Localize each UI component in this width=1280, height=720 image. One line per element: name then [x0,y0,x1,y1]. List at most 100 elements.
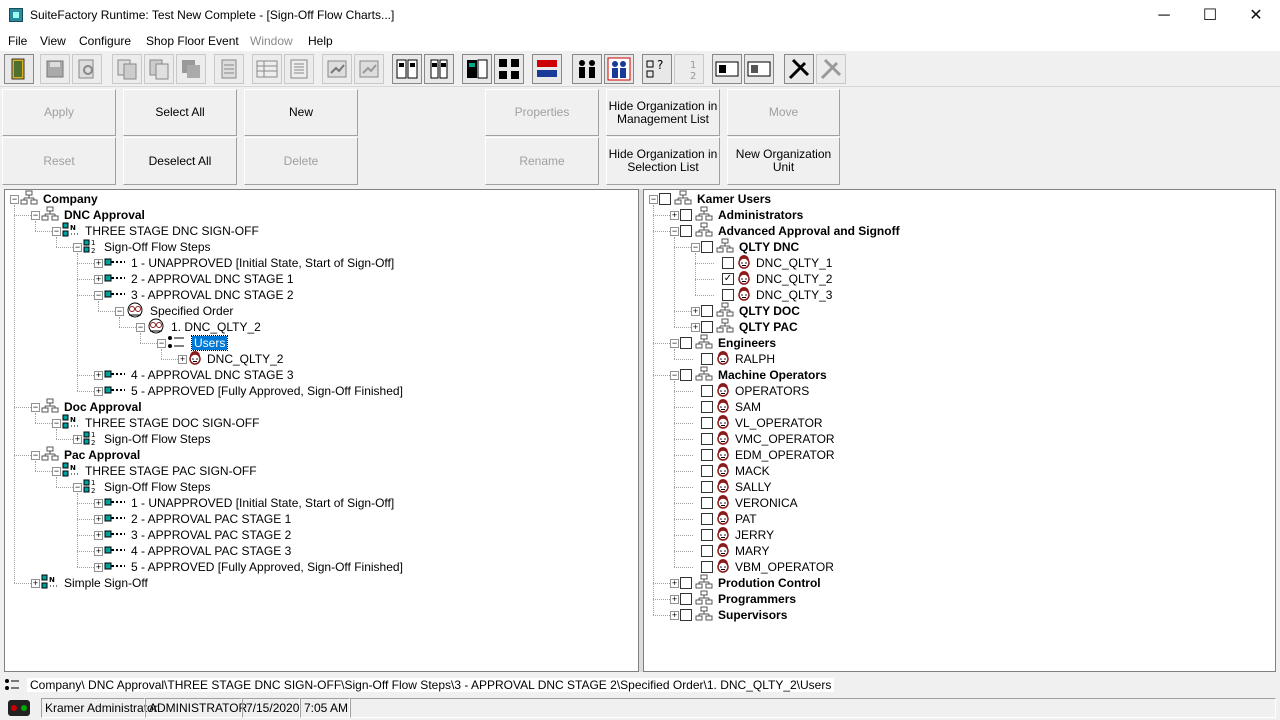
collapse-icon[interactable]: − [52,467,61,476]
collapse-icon[interactable]: − [31,211,40,220]
user-tree-node[interactable]: DNC_QLTY_3 [722,286,834,303]
select-checkbox[interactable] [659,193,671,205]
select-checkbox[interactable] [701,497,713,509]
menu-window[interactable]: Window [250,34,293,48]
machines-icon[interactable] [392,54,422,84]
flow-tree-node[interactable]: 4 - APPROVAL PAC STAGE 3 [104,543,293,559]
select-checkbox[interactable] [701,241,713,253]
flow-tree-node[interactable]: N Simple Sign-Off [41,574,150,591]
select-checkbox[interactable] [701,305,713,317]
select-checkbox[interactable] [701,481,713,493]
user-tree-node[interactable]: SALLY [701,478,773,495]
select-checkbox[interactable]: ✓ [722,273,734,285]
expand-icon[interactable]: + [94,547,103,556]
user-tree-node[interactable]: Supervisors [680,606,789,623]
select-checkbox[interactable] [722,289,734,301]
expand-icon[interactable]: + [94,563,103,572]
user-tree-node[interactable]: QLTY DNC [701,238,801,255]
signoff-flow-tree[interactable]: Company − DNC Approval − N THREE STAGE DNC SI… [4,189,639,672]
collapse-icon[interactable]: − [691,243,700,252]
user-tree-node[interactable]: MACK [701,462,772,479]
close-button[interactable]: ✕ [1233,0,1279,31]
flow-tree-node[interactable]: 2 - APPROVAL PAC STAGE 1 [104,511,293,527]
menu-file[interactable]: File [8,34,27,48]
hide-org-management-button[interactable]: Hide Organization in Management List [606,89,720,136]
expand-icon[interactable]: + [94,499,103,508]
select-checkbox[interactable] [680,609,692,621]
tools-disabled-icon[interactable] [816,54,846,84]
new-button[interactable]: New [244,89,358,136]
expand-icon[interactable]: + [31,579,40,588]
expand-icon[interactable]: + [691,323,700,332]
exit-door-icon[interactable] [4,54,34,84]
reset-button[interactable]: Reset [2,137,116,185]
select-checkbox[interactable] [701,449,713,461]
select-checkbox[interactable] [701,465,713,477]
user-tree-node[interactable]: QLTY PAC [701,318,800,335]
expand-icon[interactable]: + [94,371,103,380]
maximize-button[interactable]: ☐ [1187,0,1233,31]
menu-help[interactable]: Help [308,34,333,48]
flow-tree-node[interactable]: Pac Approval [41,446,142,463]
flow-tree-node[interactable]: 2 - APPROVAL DNC STAGE 1 [104,271,296,287]
expand-icon[interactable]: + [94,387,103,396]
expand-icon[interactable]: + [670,595,679,604]
collapse-icon[interactable]: − [31,403,40,412]
expand-icon[interactable]: + [670,611,679,620]
user-tree-node[interactable]: MARY [701,542,771,559]
flow-tree-node[interactable]: Doc Approval [41,398,144,415]
collapse-icon[interactable]: − [73,483,82,492]
collapse-icon[interactable]: − [73,243,82,252]
flow-tree-node[interactable]: 1. DNC_QLTY_2 [146,318,263,335]
grid-icon[interactable] [214,54,244,84]
collapse-icon[interactable]: − [157,339,166,348]
collapse-icon[interactable]: − [136,323,145,332]
copy-icon[interactable] [112,54,142,84]
select-checkbox[interactable] [701,529,713,541]
select-checkbox[interactable] [680,369,692,381]
flow-tree-node[interactable]: 4 - APPROVAL DNC STAGE 3 [104,367,296,383]
dnc-icon[interactable] [462,54,492,84]
expand-icon[interactable]: + [94,531,103,540]
apply-button[interactable]: Apply [2,89,116,136]
select-checkbox[interactable] [701,401,713,413]
save-icon[interactable] [40,54,70,84]
select-checkbox[interactable] [680,209,692,221]
select-checkbox[interactable] [680,225,692,237]
rename-button[interactable]: Rename [485,137,599,185]
users-tree[interactable]: Kamer Users − Administrators + Advanced Appr… [643,189,1276,672]
flow-tree-node[interactable]: 5 - APPROVED [Fully Approved, Sign-Off F… [104,559,405,575]
flow-tree-node[interactable]: DNC Approval [41,206,147,223]
flow-tree-node[interactable]: 1 2 Sign-Off Flow Steps [83,479,213,495]
expand-icon[interactable]: + [94,275,103,284]
paste-icon[interactable] [144,54,174,84]
flow-tree-node[interactable]: 1 2 Sign-Off Flow Steps [83,431,213,447]
minimize-button[interactable]: ─ [1141,0,1187,31]
properties-button[interactable]: Properties [485,89,599,136]
delete-button[interactable]: Delete [244,137,358,185]
collapse-icon[interactable]: − [670,227,679,236]
collapse-icon[interactable]: − [670,339,679,348]
org-users-icon[interactable] [604,54,634,84]
user-tree-node[interactable]: Machine Operators [680,366,829,383]
expand-icon[interactable]: + [178,355,187,364]
deselect-all-button[interactable]: Deselect All [123,137,237,185]
collapse-icon[interactable]: − [94,291,103,300]
user-tree-node[interactable]: VBM_OPERATOR [701,558,836,575]
query-icon[interactable]: ? [642,54,672,84]
select-checkbox[interactable] [722,257,734,269]
expand-icon[interactable]: + [691,307,700,316]
collapse-icon[interactable]: − [670,371,679,380]
id-card-alt-icon[interactable] [744,54,774,84]
hide-org-selection-button[interactable]: Hide Organization in Selection List [606,137,720,185]
expand-icon[interactable]: + [73,435,82,444]
select-checkbox[interactable] [680,337,692,349]
expand-icon[interactable]: + [94,259,103,268]
menu-view[interactable]: View [40,34,66,48]
flow-tree-node[interactable]: Specified Order [125,302,235,319]
user-tree-node[interactable]: Kamer Users [659,190,773,207]
flow-tree-node[interactable]: Company [20,190,100,207]
users-group-icon[interactable] [572,54,602,84]
new-org-unit-button[interactable]: New Organization Unit [727,137,840,185]
id-card-icon[interactable] [712,54,742,84]
